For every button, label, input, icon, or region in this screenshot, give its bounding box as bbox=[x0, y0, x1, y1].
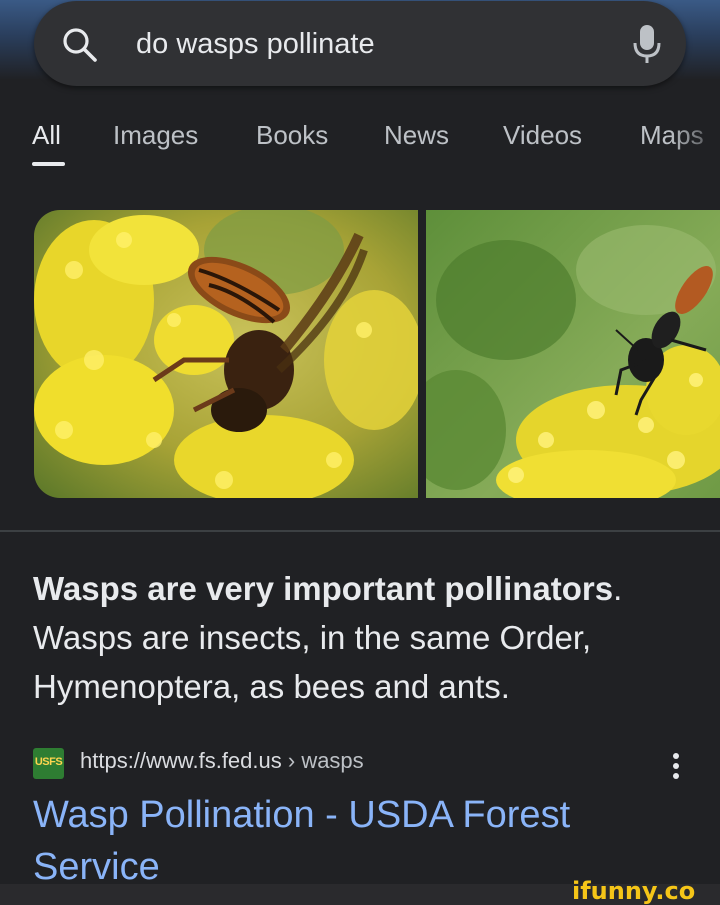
result-title-link[interactable]: Wasp Pollination - USDA Forest Service bbox=[33, 789, 653, 893]
tab-videos[interactable]: Videos bbox=[503, 120, 582, 151]
featured-snippet: Wasps are very important pollinators. Wa… bbox=[33, 564, 693, 711]
tab-news[interactable]: News bbox=[384, 120, 449, 151]
watermark-text: ifunny.co bbox=[572, 877, 695, 905]
breadcrumb-separator: › bbox=[281, 748, 302, 773]
result-source[interactable]: USFS https://www.fs.fed.us › wasps bbox=[33, 745, 713, 785]
site-favicon: USFS bbox=[33, 748, 64, 779]
tab-books[interactable]: Books bbox=[256, 120, 328, 151]
result-domain: https://www.fs.fed.us bbox=[80, 748, 282, 773]
tabs-fade bbox=[670, 118, 720, 168]
snippet-highlight: Wasps are very important pollinators bbox=[33, 570, 614, 607]
tab-images[interactable]: Images bbox=[113, 120, 198, 151]
search-bar[interactable]: do wasps pollinate bbox=[34, 1, 686, 86]
snippet-text: Wasps are insects, in the same Order, Hy… bbox=[33, 619, 592, 705]
tab-all[interactable]: All bbox=[32, 120, 61, 151]
ifunny-watermark-logo: ifunny.co bbox=[572, 877, 695, 905]
search-tabs: All Images Books News Videos Maps bbox=[0, 118, 720, 168]
microphone-icon[interactable] bbox=[632, 23, 662, 65]
image-result-wasp-1[interactable] bbox=[34, 210, 418, 498]
image-result-wasp-2[interactable] bbox=[426, 210, 720, 498]
search-icon[interactable] bbox=[60, 25, 100, 65]
favicon-label: USFS bbox=[34, 756, 63, 768]
snippet-period: . bbox=[613, 570, 623, 607]
result-url[interactable]: https://www.fs.fed.us › wasps bbox=[80, 748, 364, 774]
active-tab-indicator bbox=[32, 162, 65, 166]
more-vert-icon[interactable] bbox=[667, 751, 685, 781]
search-input[interactable]: do wasps pollinate bbox=[136, 25, 375, 63]
section-divider bbox=[0, 530, 720, 532]
breadcrumb: wasps bbox=[301, 748, 364, 773]
